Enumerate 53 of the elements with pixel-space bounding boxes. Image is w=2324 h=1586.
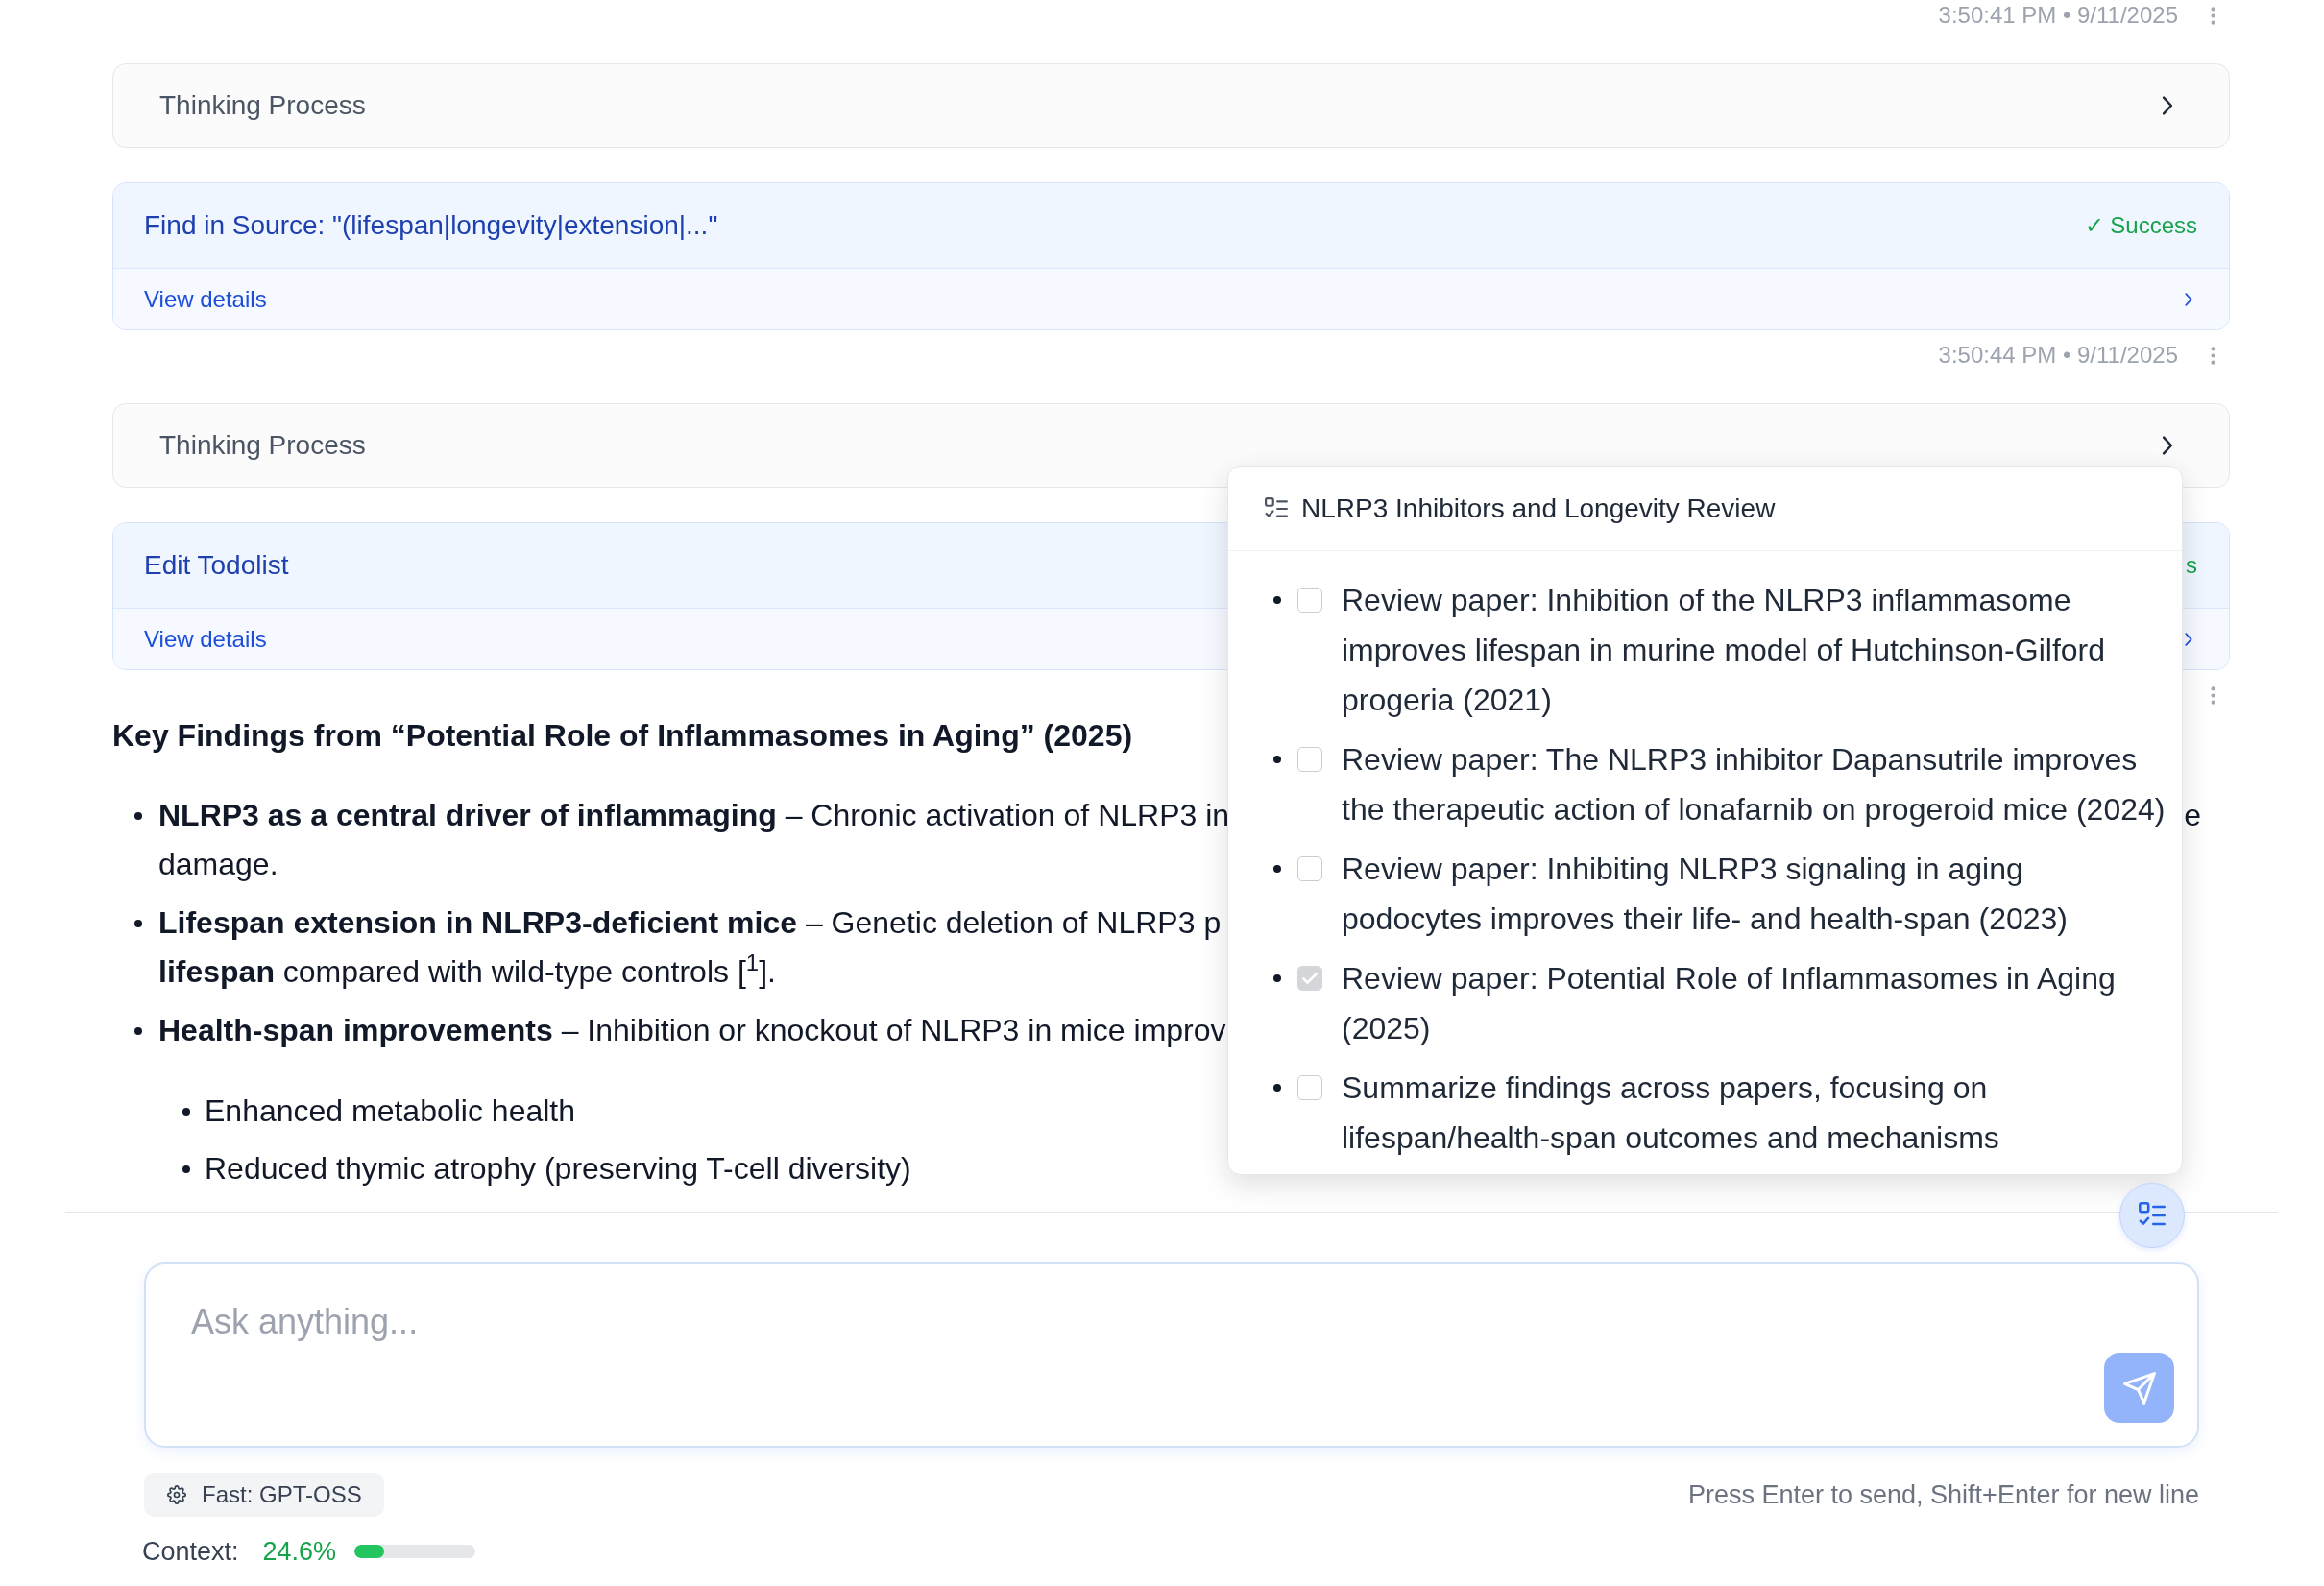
bullet-icon — [1273, 756, 1281, 763]
chevron-icon — [2185, 292, 2192, 306]
context-percentage: 24.6% — [262, 1535, 337, 1568]
finding-text: NLRP3 as a central driver of inflammaging – Chronic activation of NLRP3 in — [158, 797, 1230, 834]
finding-text: Enhanced metabolic health — [205, 1093, 576, 1130]
more-options-icon[interactable] — [2211, 685, 2215, 705]
message-input[interactable]: Ask anything... — [144, 1262, 2199, 1448]
bullet-icon — [1273, 865, 1281, 873]
settings-icon — [167, 1485, 186, 1504]
answer-heading: Key Findings from “Potential Role of Inflammasomes in Aging” (2025) — [112, 717, 1133, 755]
bullet-icon — [134, 811, 142, 820]
bullet-icon — [1273, 1084, 1281, 1092]
text-fragment: e — [2184, 797, 2201, 834]
todo-item-text: Review paper: Potential Role of Inflammasomes in Aging (2025) — [1342, 960, 2117, 1047]
keyboard-hint: Press Enter to send, Shift+Enter for new line — [1687, 1478, 2199, 1511]
status-text: ✓ Success — [2084, 211, 2197, 240]
checkbox[interactable] — [1297, 747, 1322, 772]
bullet-icon — [1273, 596, 1281, 604]
todo-item-text: Review paper: Inhibiting NLRP3 signaling in aging podocytes improves their life- and health-span (2023) — [1342, 851, 2069, 938]
timestamp: 3:50:44 PM • 9/11/2025 — [1938, 341, 2178, 370]
bullet-icon — [1273, 974, 1281, 982]
view-details-button[interactable]: View details — [113, 268, 2229, 329]
bullet-icon — [134, 1026, 142, 1035]
finding-text: Lifespan extension in NLRP3-deficient mice – Genetic deletion of NLRP3 p — [158, 904, 1222, 942]
checkbox[interactable] — [1297, 1075, 1322, 1100]
more-options-icon[interactable] — [2211, 346, 2215, 365]
check-icon — [1302, 973, 1318, 984]
chevron-icon — [2185, 632, 2192, 646]
status-text: s — [2186, 551, 2197, 580]
thinking-process-toggle[interactable]: Thinking Process — [112, 63, 2230, 148]
checkbox[interactable] — [1297, 588, 1322, 613]
checklist-icon — [1265, 496, 1288, 520]
todo-item-text: Review paper: The NLRP3 inhibitor Dapansutrile improves the therapeutic action of lonafarnib on progeroid mice (2024) — [1342, 741, 2167, 829]
todo-panel-title: NLRP3 Inhibitors and Longevity Review — [1301, 492, 1776, 525]
context-label: Context: — [142, 1535, 239, 1568]
finding-text: Reduced thymic atrophy (preserving T-cell diversity) — [205, 1150, 911, 1188]
tool-call-title: Find in Source: "(lifespan|longevity|extension|..." — [144, 209, 718, 242]
more-options-icon[interactable] — [2211, 6, 2215, 25]
send-button[interactable] — [2104, 1353, 2174, 1423]
todo-list-button[interactable] — [2119, 1183, 2185, 1248]
finding-text: lifespan compared with wild-type controls [$^{1}$]. — [158, 949, 776, 991]
checkbox[interactable] — [1297, 856, 1322, 881]
finding-text: Health-span improvements – Inhibition or knockout of NLRP3 in mice improv — [158, 1012, 1226, 1049]
bullet-icon — [182, 1107, 190, 1116]
todo-item-text: Summarize findings across papers, focusing on lifespan/health-span outcomes and mechanisms — [1342, 1069, 2000, 1157]
finding-text: damage. — [158, 846, 278, 883]
checkbox[interactable] — [1297, 966, 1322, 991]
bullet-icon — [134, 919, 142, 927]
bullet-icon — [182, 1165, 190, 1173]
timestamp: 3:50:41 PM • 9/11/2025 — [1938, 1, 2178, 30]
tool-call-title: Edit Todolist — [144, 549, 289, 582]
send-icon — [2122, 1371, 2156, 1405]
model-selector[interactable]: Fast: GPT-OSS — [144, 1473, 384, 1517]
